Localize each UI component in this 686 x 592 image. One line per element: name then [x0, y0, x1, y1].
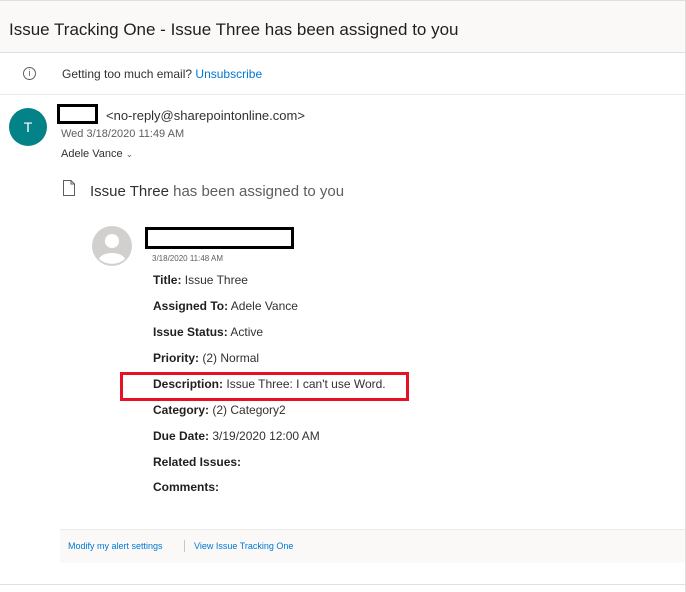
redacted-user-name: [145, 227, 294, 249]
recipient-name: Adele Vance: [61, 148, 123, 160]
info-bar: i Getting too much email? Unsubscribe: [0, 53, 685, 95]
item-timestamp: 3/18/2020 11:48 AM: [152, 254, 224, 263]
field-title: Title: Issue Three: [153, 273, 248, 287]
field-priority: Priority: (2) Normal: [153, 351, 259, 365]
description-highlight-box: [120, 372, 409, 401]
field-issue-status: Issue Status: Active: [153, 325, 263, 339]
field-value: (2) Category2: [212, 403, 286, 417]
redacted-sender-name: [57, 104, 98, 124]
footer-divider: [184, 540, 185, 552]
alert-footer: Modify my alert settings View Issue Trac…: [60, 529, 685, 563]
bottom-divider: [0, 584, 685, 585]
user-avatar-icon: [92, 226, 132, 266]
field-value: Issue Three: [184, 273, 248, 287]
headline-issue[interactable]: Issue Three: [90, 183, 169, 200]
email-subject: Issue Tracking One - Issue Three has bee…: [9, 20, 459, 39]
field-category: Category: (2) Category2: [153, 403, 286, 417]
modify-alert-settings-link[interactable]: Modify my alert settings: [68, 541, 163, 551]
field-value: Active: [230, 325, 264, 339]
chevron-down-icon[interactable]: ⌄: [126, 149, 134, 159]
sender-avatar[interactable]: T: [9, 108, 47, 146]
field-comments: Comments:: [153, 480, 219, 494]
info-text: Getting too much email? Unsubscribe: [62, 67, 262, 81]
sender-email[interactable]: <no-reply@sharepointonline.com>: [106, 108, 305, 123]
field-label: Assigned To:: [153, 299, 229, 313]
field-label: Title:: [153, 273, 182, 287]
field-label: Comments:: [153, 480, 220, 494]
field-value: 3/19/2020 12:00 AM: [212, 429, 320, 443]
document-icon: [63, 180, 75, 196]
unsubscribe-link[interactable]: Unsubscribe: [195, 67, 262, 81]
email-subject-bar: Issue Tracking One - Issue Three has bee…: [0, 0, 685, 53]
headline-rest: has been assigned to you: [173, 183, 345, 200]
field-related-issues: Related Issues:: [153, 455, 241, 469]
field-label: Issue Status:: [153, 325, 228, 339]
field-label: Due Date:: [153, 429, 210, 443]
sent-date: Wed 3/18/2020 11:49 AM: [61, 128, 185, 140]
field-label: Category:: [153, 403, 210, 417]
field-label: Priority:: [153, 351, 200, 365]
field-label: Related Issues:: [153, 455, 242, 469]
info-icon: i: [23, 67, 36, 80]
field-value: Adele Vance: [230, 299, 298, 313]
field-due-date: Due Date: 3/19/2020 12:00 AM: [153, 429, 320, 443]
recipient[interactable]: Adele Vance ⌄: [61, 148, 133, 160]
field-assigned-to: Assigned To: Adele Vance: [153, 299, 298, 313]
view-list-link[interactable]: View Issue Tracking One: [194, 541, 293, 551]
headline: Issue Three has been assigned to you: [90, 183, 344, 200]
field-value: (2) Normal: [202, 351, 260, 365]
info-message: Getting too much email?: [62, 67, 193, 81]
